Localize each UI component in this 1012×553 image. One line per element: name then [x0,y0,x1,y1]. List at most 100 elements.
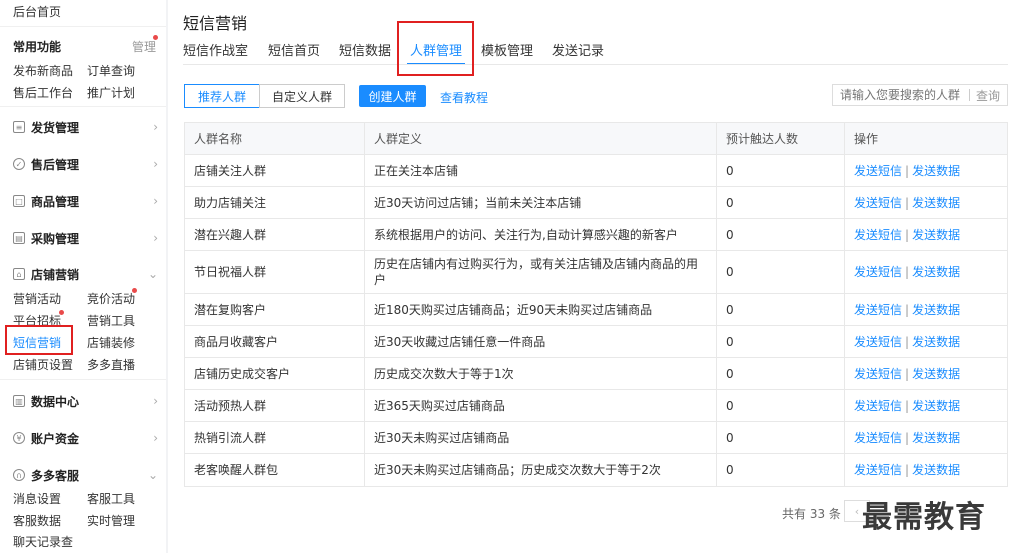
store-icon: ⌂ [13,268,25,280]
send-data-link[interactable]: 发送数据 [912,334,960,350]
tab-sms-war-room[interactable]: 短信作战室 [183,40,248,59]
cart-icon: ▤ [13,232,25,244]
send-sms-link[interactable]: 发送短信 [854,334,902,350]
sidebar-group-goods[interactable]: □ 商品管理 › [13,192,158,210]
notification-dot [59,310,64,315]
sidebar-home-link[interactable]: 后台首页 [13,3,61,20]
sidebar-link-publish[interactable]: 发布新商品 [13,62,73,79]
send-sms-link[interactable]: 发送短信 [854,366,902,382]
send-data-link[interactable]: 发送数据 [912,462,960,478]
notification-dot [132,288,137,293]
sidebar-link-promotion[interactable]: 推广计划 [87,84,135,101]
sidebar-group-shipping[interactable]: ≡ 发货管理 › [13,118,158,136]
sidebar-link-live[interactable]: 多多直播 [87,356,135,373]
cell-actions: 发送短信 | 发送数据 [845,219,1007,250]
cell-audience-definition: 系统根据用户的访问、关注行为,自动计算感兴趣的新客户 [365,219,717,250]
divider [0,26,166,27]
cell-audience-definition: 近365天购买过店铺商品 [365,390,717,421]
yen-icon: ¥ [13,432,25,444]
sidebar-link-realtime[interactable]: 实时管理 [87,512,135,529]
sidebar-link-service-data[interactable]: 客服数据 [13,512,61,529]
search-input[interactable] [833,88,969,102]
send-sms-link[interactable]: 发送短信 [854,195,902,211]
sidebar-link-message-settings[interactable]: 消息设置 [13,490,61,507]
search-button[interactable]: 查询 [970,87,1000,104]
sidebar-link-marketing-activity[interactable]: 营销活动 [13,290,61,307]
sidebar-group-data-center[interactable]: ▥ 数据中心 › [13,392,158,410]
sidebar-group-account[interactable]: ¥ 账户资金 › [13,429,158,447]
highlight-box [5,325,73,355]
cell-actions: 发送短信 | 发送数据 [845,422,1007,453]
common-manage-link[interactable]: 管理 [132,38,156,55]
view-tutorial-link[interactable]: 查看教程 [440,89,488,106]
separator: | [905,163,910,178]
cell-audience-name: 潜在兴趣人群 [185,219,365,250]
tab-send-records[interactable]: 发送记录 [552,40,604,59]
chevron-right-icon: › [153,157,158,171]
send-sms-link[interactable]: 发送短信 [854,264,902,280]
audience-table: 人群名称 人群定义 预计触达人数 操作 店铺关注人群 正在关注本店铺 0 发送短信 | 发… [184,122,1008,487]
send-sms-link[interactable]: 发送短信 [854,430,902,446]
chevron-down-icon: ⌄ [147,468,158,482]
cell-audience-definition: 近30天未购买过店铺商品 [365,422,717,453]
sidebar-link-order-query[interactable]: 订单查询 [87,62,135,79]
cell-actions: 发送短信 | 发送数据 [845,187,1007,218]
send-sms-link[interactable]: 发送短信 [854,227,902,243]
cell-reach-count: 0 [717,358,845,389]
send-data-link[interactable]: 发送数据 [912,366,960,382]
send-data-link[interactable]: 发送数据 [912,163,960,179]
send-data-link[interactable]: 发送数据 [912,264,960,280]
table-row: 商品月收藏客户 近30天收藏过店铺任意一件商品 0 发送短信 | 发送数据 [185,326,1007,358]
custom-audience-button[interactable]: 自定义人群 [259,84,345,108]
sidebar-group-label: 数据中心 [31,394,80,409]
sidebar-group-purchase[interactable]: ▤ 采购管理 › [13,229,158,247]
sidebar-link-marketing-tools[interactable]: 营销工具 [87,312,135,329]
sidebar-group-customer-service[interactable]: ∩ 多多客服 ⌄ [13,466,158,484]
headset-icon: ∩ [13,469,25,481]
table-header-row: 人群名称 人群定义 预计触达人数 操作 [185,123,1007,155]
chevron-right-icon: › [153,231,158,245]
tab-sms-home[interactable]: 短信首页 [268,40,320,59]
tabs-divider [183,64,1008,65]
send-sms-link[interactable]: 发送短信 [854,302,902,318]
cell-actions: 发送短信 | 发送数据 [845,454,1007,486]
notification-dot [153,35,158,40]
highlight-box [397,21,474,76]
sidebar-link-bidding[interactable]: 竞价活动 [87,290,135,307]
cell-audience-name: 商品月收藏客户 [185,326,365,357]
cell-audience-definition: 历史成交次数大于等于1次 [365,358,717,389]
cell-audience-definition: 正在关注本店铺 [365,155,717,186]
cell-audience-name: 店铺历史成交客户 [185,358,365,389]
send-data-link[interactable]: 发送数据 [912,227,960,243]
tab-template-management[interactable]: 模板管理 [481,40,533,59]
send-data-link[interactable]: 发送数据 [912,302,960,318]
send-sms-link[interactable]: 发送短信 [854,398,902,414]
sidebar-link-store-page-settings[interactable]: 店铺页设置 [13,356,73,373]
cell-reach-count: 0 [717,219,845,250]
chevron-right-icon: › [153,120,158,134]
column-header-reach: 预计触达人数 [717,123,845,154]
cell-actions: 发送短信 | 发送数据 [845,390,1007,421]
total-count: 共有 33 条 [782,507,841,521]
list-icon: ≡ [13,121,25,133]
send-data-link[interactable]: 发送数据 [912,398,960,414]
cell-audience-name: 节日祝福人群 [185,251,365,293]
sidebar-link-aftersale-desk[interactable]: 售后工作台 [13,84,73,101]
separator: | [905,227,910,242]
sidebar-group-store-marketing[interactable]: ⌂ 店铺营销 ⌄ [13,265,158,283]
common-functions-title: 常用功能 [13,40,62,54]
sidebar-link-chat-history[interactable]: 聊天记录查 [13,533,73,550]
send-sms-link[interactable]: 发送短信 [854,163,902,179]
create-audience-button[interactable]: 创建人群 [359,85,426,107]
send-data-link[interactable]: 发送数据 [912,195,960,211]
sidebar-link-service-tools[interactable]: 客服工具 [87,490,135,507]
table-row: 潜在复购客户 近180天购买过店铺商品；近90天未购买过店铺商品 0 发送短信 | 发送数… [185,294,1007,326]
tab-sms-data[interactable]: 短信数据 [339,40,391,59]
recommended-audience-button[interactable]: 推荐人群 [184,84,260,108]
send-sms-link[interactable]: 发送短信 [854,462,902,478]
bar-chart-icon: ▥ [13,395,25,407]
sidebar-group-aftersale[interactable]: ✓ 售后管理 › [13,155,158,173]
send-data-link[interactable]: 发送数据 [912,430,960,446]
sidebar-link-store-decoration[interactable]: 店铺装修 [87,334,135,351]
cell-actions: 发送短信 | 发送数据 [845,155,1007,186]
